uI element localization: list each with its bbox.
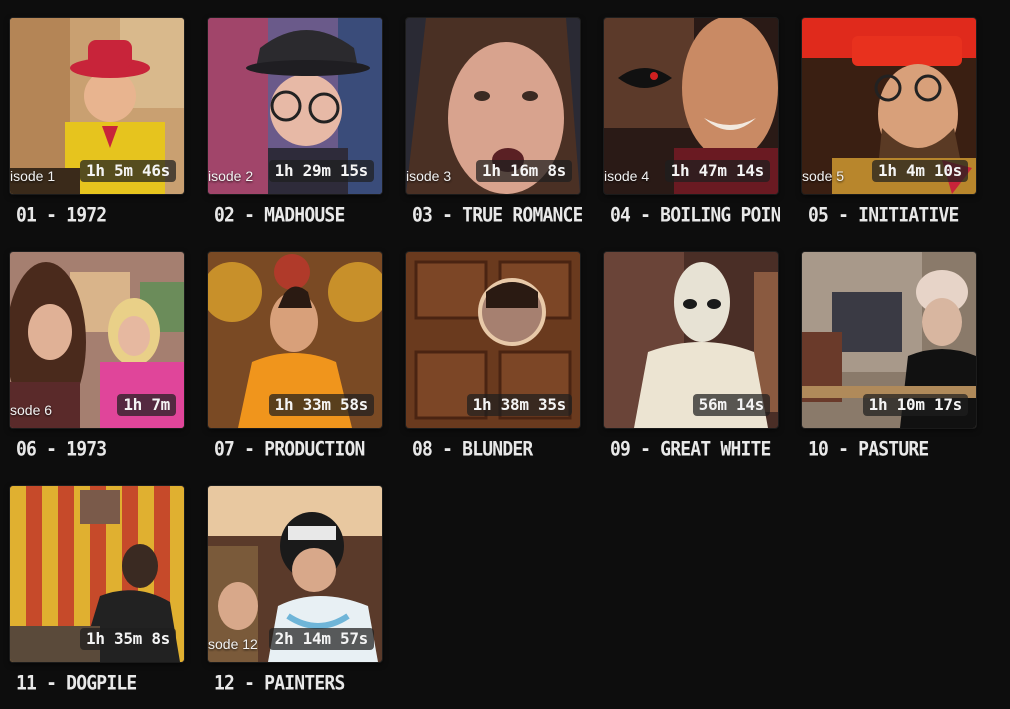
episode-title[interactable]: 05 - INITIATIVE <box>808 204 978 227</box>
episode-label: isode 1 <box>10 168 56 184</box>
episode-card[interactable]: sode 12 2h 14m 57s 12 - PAINTERS <box>207 485 384 709</box>
episode-card[interactable]: 1h 33m 58s 07 - PRODUCTION <box>207 251 384 486</box>
episode-thumbnail[interactable]: 1h 10m 17s <box>801 251 977 429</box>
episode-card[interactable]: sode 6 1h 7m 06 - 1973 <box>9 251 186 486</box>
duration-badge: 1h 33m 58s <box>268 394 374 416</box>
episode-thumbnail[interactable]: isode 1 1h 5m 46s <box>9 17 185 195</box>
episode-card[interactable]: isode 2 1h 29m 15s 02 - MADHOUSE <box>207 17 384 252</box>
episode-title[interactable]: 10 - PASTURE <box>808 438 978 461</box>
episode-card[interactable]: isode 1 1h 5m 46s 01 - 1972 <box>9 17 186 252</box>
duration-badge: 1h 4m 10s <box>872 160 968 182</box>
episode-label: sode 6 <box>10 402 53 418</box>
episode-card[interactable]: 1h 38m 35s 08 - BLUNDER <box>405 251 582 486</box>
episode-card[interactable]: 1h 10m 17s 10 - PASTURE <box>801 251 978 486</box>
episode-title[interactable]: 09 - GREAT WHITE <box>610 438 780 461</box>
duration-badge: 56m 14s <box>692 394 770 416</box>
episode-card[interactable]: sode 5 1h 4m 10s 05 - INITIATIVE <box>801 17 978 252</box>
episode-title[interactable]: 06 - 1973 <box>16 438 186 461</box>
episode-thumbnail[interactable]: isode 4 1h 47m 14s <box>603 17 779 195</box>
episode-thumbnail[interactable]: 56m 14s <box>603 251 779 429</box>
duration-badge: 2h 14m 57s <box>268 628 374 650</box>
episode-title[interactable]: 07 - PRODUCTION <box>214 438 384 461</box>
episode-label: isode 2 <box>208 168 254 184</box>
episode-thumbnail[interactable]: sode 12 2h 14m 57s <box>207 485 383 663</box>
duration-badge: 1h 7m <box>117 394 176 416</box>
duration-badge: 1h 16m 8s <box>476 160 572 182</box>
episode-title[interactable]: 12 - PAINTERS <box>214 672 384 695</box>
episode-title[interactable]: 11 - DOGPILE <box>16 672 186 695</box>
episode-title[interactable]: 01 - 1972 <box>16 204 186 227</box>
episode-label: isode 4 <box>604 168 650 184</box>
duration-badge: 1h 29m 15s <box>268 160 374 182</box>
episode-thumbnail[interactable]: isode 3 1h 16m 8s <box>405 17 581 195</box>
episode-label: isode 3 <box>406 168 452 184</box>
episode-title[interactable]: 03 - TRUE ROMANCE <box>412 204 582 227</box>
duration-badge: 1h 5m 46s <box>80 160 176 182</box>
episode-card[interactable]: isode 4 1h 47m 14s 04 - BOILING POINT <box>603 17 780 252</box>
episode-card[interactable]: 56m 14s 09 - GREAT WHITE <box>603 251 780 486</box>
duration-badge: 1h 10m 17s <box>862 394 968 416</box>
duration-badge: 1h 35m 8s <box>80 628 176 650</box>
episode-label: sode 5 <box>802 168 845 184</box>
duration-badge: 1h 38m 35s <box>466 394 572 416</box>
episode-title[interactable]: 04 - BOILING POINT <box>610 204 780 227</box>
episode-thumbnail[interactable]: 1h 38m 35s <box>405 251 581 429</box>
episode-thumbnail[interactable]: 1h 33m 58s <box>207 251 383 429</box>
episode-thumbnail[interactable]: 1h 35m 8s <box>9 485 185 663</box>
duration-badge: 1h 47m 14s <box>664 160 770 182</box>
episode-grid: isode 1 1h 5m 46s 01 - 1972 isode 2 1h 2… <box>9 17 1010 709</box>
episode-card[interactable]: 1h 35m 8s 11 - DOGPILE <box>9 485 186 709</box>
episode-title[interactable]: 08 - BLUNDER <box>412 438 582 461</box>
episode-label: sode 12 <box>208 636 258 652</box>
episode-thumbnail[interactable]: sode 6 1h 7m <box>9 251 185 429</box>
episode-title[interactable]: 02 - MADHOUSE <box>214 204 384 227</box>
episode-thumbnail[interactable]: sode 5 1h 4m 10s <box>801 17 977 195</box>
episode-card[interactable]: isode 3 1h 16m 8s 03 - TRUE ROMANCE <box>405 17 582 252</box>
episode-thumbnail[interactable]: isode 2 1h 29m 15s <box>207 17 383 195</box>
